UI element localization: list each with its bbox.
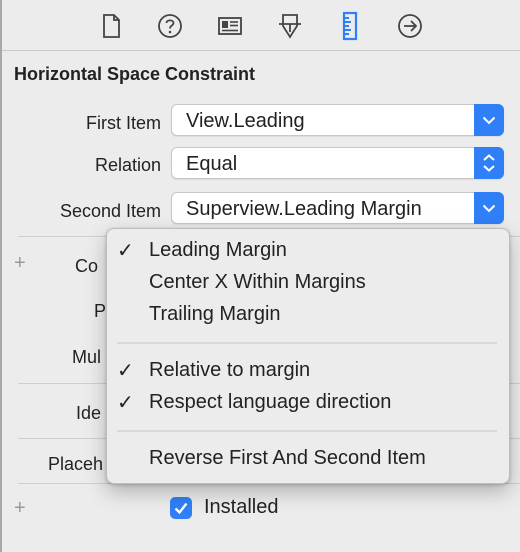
menu-separator bbox=[117, 430, 497, 432]
toolbar-divider bbox=[2, 50, 520, 51]
menu-separator bbox=[117, 342, 497, 344]
relation-popup[interactable]: Equal bbox=[171, 147, 504, 179]
menu-item-leading-margin[interactable]: ✓ Leading Margin bbox=[107, 236, 507, 266]
section-title: Horizontal Space Constraint bbox=[14, 64, 256, 84]
menu-item-relative-to-margin[interactable]: ✓ Relative to margin bbox=[107, 356, 507, 386]
multiplier-label: Mul bbox=[72, 347, 102, 367]
menu-item-center-x[interactable]: Center X Within Margins bbox=[107, 268, 507, 298]
installed-label: Installed bbox=[204, 496, 279, 518]
priority-label: P bbox=[94, 301, 107, 321]
menu-item-label: Reverse First And Second Item bbox=[149, 447, 426, 469]
identifier-label: Ide bbox=[76, 403, 102, 423]
first-item-popup[interactable]: View.Leading bbox=[171, 104, 504, 136]
second-item-menu: ✓ Leading Margin Center X Within Margins… bbox=[106, 228, 510, 484]
menu-item-label: Trailing Margin bbox=[149, 303, 281, 325]
chevron-down-icon[interactable] bbox=[474, 192, 504, 224]
file-inspector-icon[interactable] bbox=[95, 10, 127, 42]
menu-item-trailing-margin[interactable]: Trailing Margin bbox=[107, 300, 507, 330]
chevron-down-icon[interactable] bbox=[474, 104, 504, 136]
placeholder-label: Placeh bbox=[48, 454, 104, 474]
add-installed-variation-icon[interactable]: + bbox=[14, 497, 26, 520]
checkmark-icon: ✓ bbox=[117, 360, 134, 382]
installed-checkbox[interactable] bbox=[170, 497, 192, 519]
attributes-inspector-icon[interactable] bbox=[274, 10, 306, 42]
checkmark-icon: ✓ bbox=[117, 240, 134, 262]
first-item-label: First Item bbox=[86, 113, 161, 133]
second-item-popup[interactable]: Superview.Leading Margin bbox=[171, 192, 504, 224]
menu-item-label: Respect language direction bbox=[149, 391, 392, 413]
identity-inspector-icon[interactable] bbox=[214, 10, 246, 42]
add-constant-variation-icon[interactable]: + bbox=[14, 252, 26, 275]
relation-label: Relation bbox=[94, 155, 161, 175]
relation-value: Equal bbox=[186, 153, 238, 175]
menu-item-label: Leading Margin bbox=[149, 239, 287, 261]
menu-item-respect-language-direction[interactable]: ✓ Respect language direction bbox=[107, 388, 507, 418]
second-item-label: Second Item bbox=[59, 201, 161, 221]
inspector-toolbar bbox=[2, 0, 520, 50]
checkmark-icon: ✓ bbox=[117, 392, 134, 414]
menu-item-label: Center X Within Margins bbox=[149, 271, 366, 293]
constant-label: Co bbox=[75, 256, 99, 276]
menu-item-reverse-items[interactable]: Reverse First And Second Item bbox=[107, 444, 507, 474]
up-down-chevron-icon[interactable] bbox=[474, 147, 504, 179]
menu-item-label: Relative to margin bbox=[149, 359, 311, 381]
quick-help-icon[interactable] bbox=[154, 10, 186, 42]
connections-inspector-icon[interactable] bbox=[394, 10, 426, 42]
size-inspector-icon[interactable] bbox=[334, 10, 366, 42]
first-item-value: View.Leading bbox=[186, 110, 305, 132]
second-item-value: Superview.Leading Margin bbox=[186, 198, 422, 220]
left-border bbox=[0, 0, 2, 552]
